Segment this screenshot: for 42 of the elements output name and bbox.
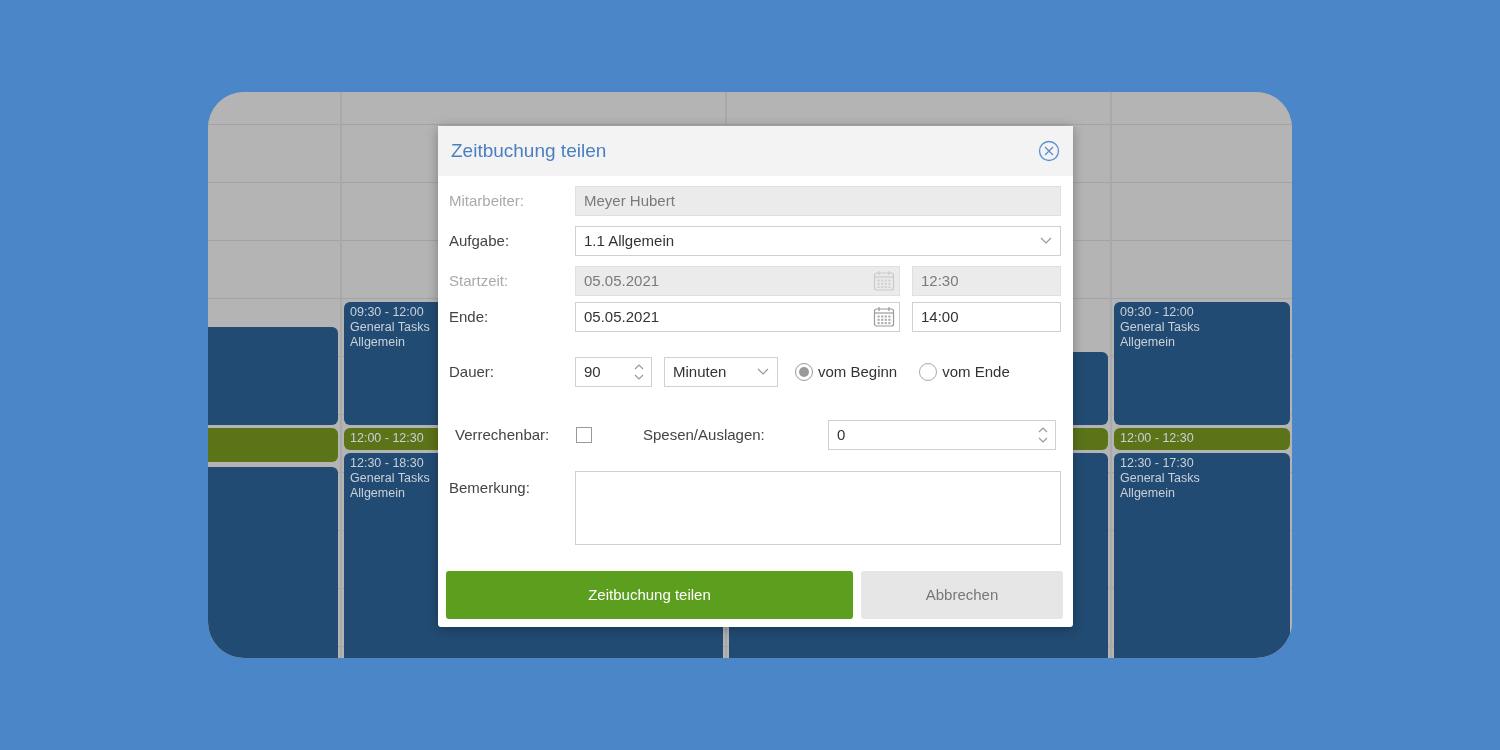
calendar-event[interactable]: 09:30 - 12:00 General Tasks Allgemein bbox=[1114, 302, 1290, 425]
event-time: 12:30 - 18:30 bbox=[350, 456, 424, 471]
event-time: 12:00 - 12:30 bbox=[1120, 431, 1194, 446]
radio-option[interactable]: vom Ende bbox=[919, 360, 1010, 384]
field-label: Dauer: bbox=[449, 361, 496, 382]
dialog-title: Zeitbuchung teilen bbox=[451, 138, 607, 163]
chevron-down-icon[interactable] bbox=[757, 368, 769, 376]
radio-option[interactable]: vom Beginn bbox=[795, 360, 898, 384]
calendar-icon[interactable] bbox=[873, 306, 895, 328]
event-category: Allgemein bbox=[1120, 335, 1175, 350]
field-label: Spesen/Auslagen: bbox=[643, 424, 766, 445]
event-task: General Tasks bbox=[350, 471, 430, 486]
field-label: Aufgabe: bbox=[449, 230, 511, 251]
event-category: Allgemein bbox=[350, 486, 405, 501]
calendar-event[interactable]: 12:30 - 17:30 General Tasks Allgemein bbox=[1114, 453, 1290, 658]
event-time: 09:30 - 12:00 bbox=[350, 305, 424, 320]
event-task: General Tasks bbox=[350, 320, 430, 335]
event-time: 09:30 - 12:00 bbox=[1120, 305, 1194, 320]
event-category: Allgemein bbox=[350, 335, 405, 350]
event-task: General Tasks bbox=[1120, 471, 1200, 486]
event-category: Allgemein bbox=[1120, 486, 1175, 501]
duration-field[interactable]: 90 bbox=[575, 357, 652, 387]
field-label: Startzeit: bbox=[449, 270, 510, 291]
event-task: General Tasks bbox=[1120, 320, 1200, 335]
cancel-button[interactable]: Abbrechen bbox=[861, 571, 1063, 619]
chevron-down-icon[interactable] bbox=[1040, 237, 1052, 245]
remark-field[interactable] bbox=[575, 471, 1061, 545]
event-time: 12:00 - 12:30 bbox=[350, 431, 424, 446]
field-label: Bemerkung: bbox=[449, 478, 531, 498]
time-field[interactable]: 14:00 bbox=[912, 302, 1061, 332]
close-icon[interactable] bbox=[1038, 140, 1060, 162]
task-select[interactable]: 1.1 Allgemein bbox=[575, 226, 1061, 256]
field-label: Verrechenbar: bbox=[455, 424, 551, 445]
checkbox[interactable] bbox=[576, 427, 592, 443]
date-field[interactable]: 05.05.2021 bbox=[575, 302, 900, 332]
spinner-icon[interactable] bbox=[1037, 425, 1049, 445]
unit-select[interactable]: Minuten bbox=[664, 357, 778, 387]
field-label: Mitarbeiter: bbox=[449, 190, 526, 211]
field-label: Ende: bbox=[449, 306, 490, 327]
event-time: 12:30 - 17:30 bbox=[1120, 456, 1194, 471]
spinner-icon[interactable] bbox=[633, 362, 645, 382]
expenses-field[interactable]: 0 bbox=[828, 420, 1056, 450]
